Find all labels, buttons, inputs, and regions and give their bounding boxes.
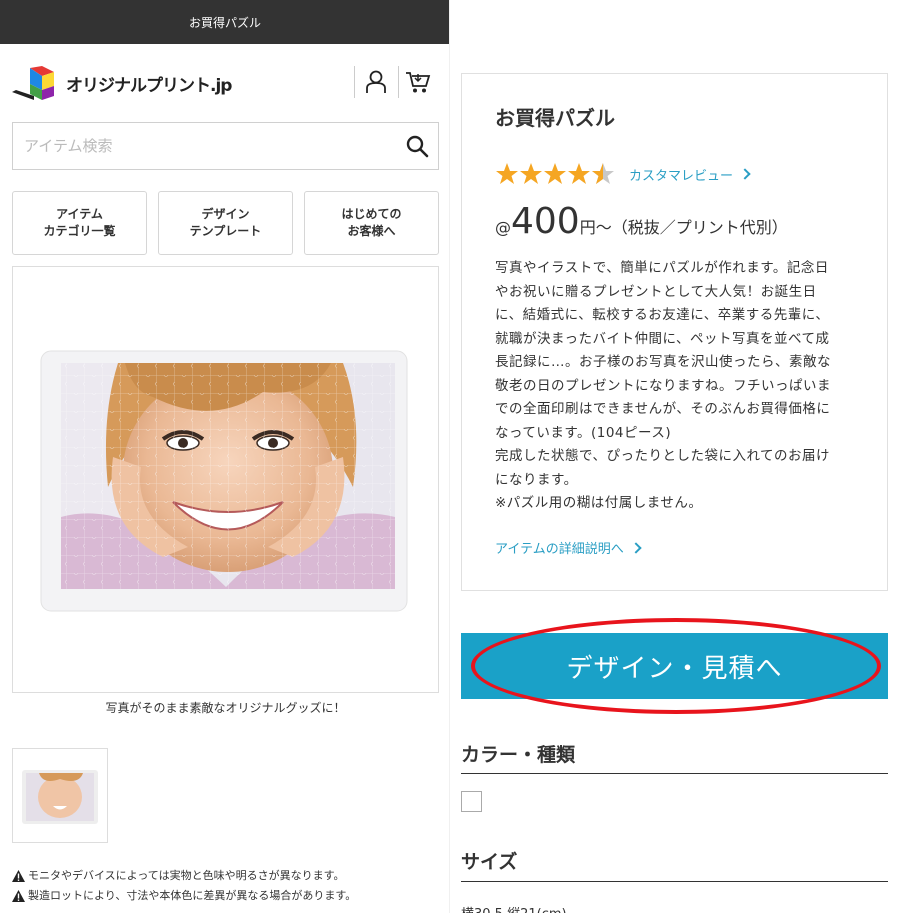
image-caption: 写真がそのまま素敵なオリジナルグッズに！ — [105, 701, 346, 715]
price-suffix: 円～（税抜／プリント代別） — [579, 218, 788, 237]
price: @ 400 円～（税抜／プリント代別） — [495, 202, 788, 242]
rating-stars — [495, 162, 615, 186]
description-line: ※パズル用の糊は付属しません。 — [495, 495, 703, 511]
item-detail-label: アイテムの詳細説明へ — [495, 542, 624, 557]
nav-button-first-time[interactable]: はじめての お客様へ — [304, 191, 439, 255]
customer-review-link[interactable]: カスタマレビュー — [629, 165, 751, 184]
mobile-page-right: お買得パズル カスタマレビュー @ 400 円～（税抜／プリント代別） 写真やイ… — [450, 0, 900, 913]
star-icon — [496, 163, 518, 184]
product-info-card: お買得パズル カスタマレビュー @ 400 円～（税抜／プリント代別） 写真やイ… — [461, 73, 888, 591]
cart-icon[interactable] — [404, 68, 432, 96]
note-text: 製造ロットにより、寸法や本体色に差異が異なる場合があります。 — [28, 889, 357, 902]
star-icon — [568, 163, 590, 184]
price-value: 400 — [511, 201, 580, 242]
header-divider — [398, 66, 399, 98]
logo-text: オリジナルプリント.jp — [66, 75, 232, 96]
rating-row: カスタマレビュー — [495, 162, 751, 186]
search-icon[interactable] — [405, 134, 429, 158]
note-text: モニタやデバイスによっては実物と色味や明るさが異なります。 — [28, 869, 345, 882]
thumbnail-image[interactable] — [12, 748, 108, 843]
size-value: 横30.5 縦21(cm) — [461, 903, 567, 913]
top-bar-title: お買得パズル — [188, 15, 261, 30]
section-divider — [461, 773, 888, 774]
warning-icon — [12, 870, 25, 882]
description-line: 就職が決まったバイト仲間に、ペット写真を並べて成 — [495, 330, 830, 347]
mobile-page-left: お買得パズル オリジナルプリント.jp アイテム カテゴリ一覧 デザイン テンプ — [0, 0, 450, 913]
site-header: オリジナルプリント.jp — [0, 44, 450, 122]
account-icon[interactable] — [362, 68, 390, 96]
nav-button-template[interactable]: デザイン テンプレート — [158, 191, 293, 255]
top-bar: お買得パズル — [0, 0, 450, 44]
chevron-right-icon — [739, 168, 751, 180]
description-line: 写真やイラストで、簡単にパズルが作れます。記念日 — [495, 260, 829, 276]
product-title: お買得パズル — [495, 106, 615, 130]
description-line: 長記録に…。お子様のお写真を沢山使ったら、素敵な — [495, 354, 831, 370]
warning-icon — [12, 890, 25, 902]
chevron-right-icon — [630, 541, 642, 554]
search-box — [12, 122, 439, 170]
puzzle-photo-image — [40, 350, 408, 612]
half-star-icon — [592, 163, 614, 184]
description-line: に、結婚式に、転校するお友達に、卒業する先輩に、 — [495, 307, 830, 323]
item-detail-link[interactable]: アイテムの詳細説明へ — [495, 538, 642, 557]
color-type-heading: カラー・種類 — [461, 744, 576, 766]
header-divider — [354, 66, 355, 98]
description-line: なっています。(104ピース) — [495, 424, 672, 441]
notes: モニタやデバイスによっては実物と色味や明るさが異なります。 製造ロットにより、寸… — [12, 866, 356, 906]
star-icon — [520, 163, 542, 184]
description-line: 完成した状態で、ぴったりとした袋に入れてのお届け — [495, 448, 831, 464]
product-description: 写真やイラストで、簡単にパズルが作れます。記念日 やお祝いに贈るプレゼントとして… — [495, 257, 857, 516]
star-icon — [544, 163, 566, 184]
size-heading: サイズ — [461, 851, 518, 873]
price-prefix: @ — [495, 218, 511, 237]
description-line: 敬老の日のプレゼントになりますね。フチいっぱいま — [495, 377, 831, 394]
description-line: での全面印刷はできませんが、そのぶんお買得価格に — [495, 401, 831, 417]
search-input[interactable] — [13, 126, 393, 166]
note-item: 製造ロットにより、寸法や本体色に差異が異なる場合があります。 — [12, 886, 356, 906]
design-estimate-button[interactable]: デザイン・見積へ — [461, 633, 888, 699]
site-logo[interactable]: オリジナルプリント.jp — [12, 66, 232, 100]
color-swatch-checkbox[interactable] — [461, 791, 482, 812]
description-line: やお祝いに贈るプレゼントとして大人気！お誕生日 — [495, 283, 817, 300]
section-divider — [461, 881, 888, 882]
customer-review-label: カスタマレビュー — [629, 168, 734, 184]
nav-button-category[interactable]: アイテム カテゴリ一覧 — [12, 191, 147, 255]
note-item: モニタやデバイスによっては実物と色味や明るさが異なります。 — [12, 866, 356, 886]
product-main-image[interactable] — [12, 266, 439, 693]
description-line: になります。 — [495, 471, 578, 488]
logo-cube-icon — [12, 66, 54, 100]
